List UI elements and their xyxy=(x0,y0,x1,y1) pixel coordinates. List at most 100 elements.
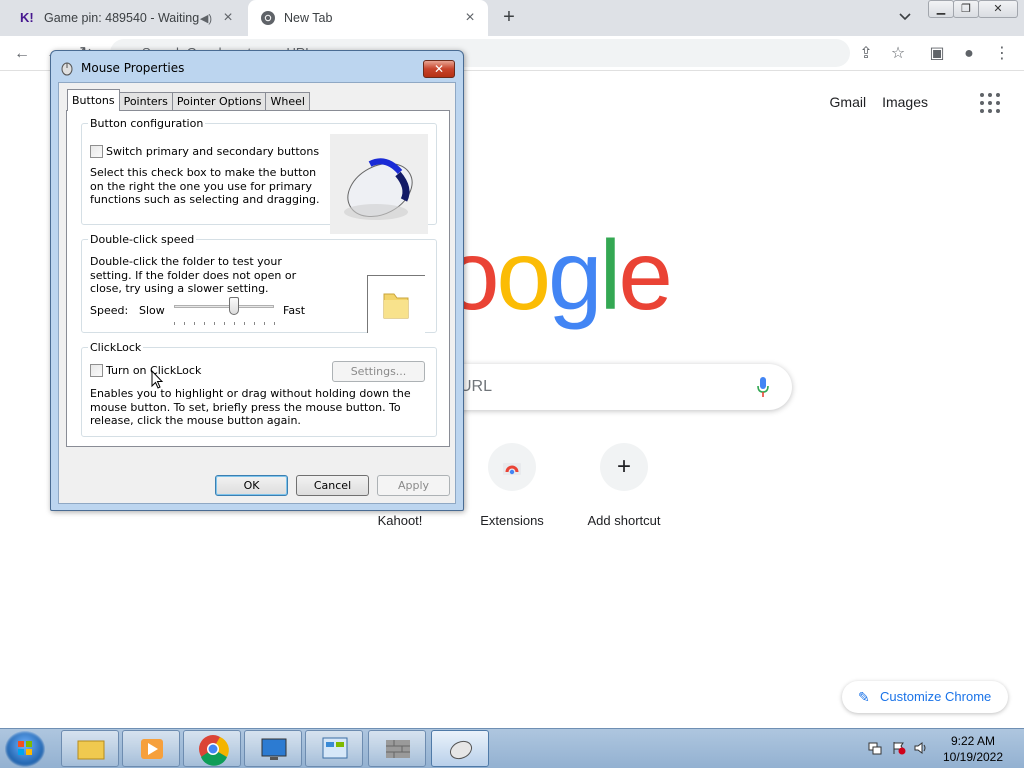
mouse-icon xyxy=(61,62,73,76)
logo-letter: e xyxy=(618,220,672,330)
tab-title: Game pin: 489540 - Waiting xyxy=(44,11,200,25)
buttons-tab-panel: Button configuration Switch primary and … xyxy=(66,110,450,447)
slider-tick xyxy=(274,322,275,325)
speaker-icon[interactable]: ◀) xyxy=(200,12,212,25)
tab-search-chevron-icon[interactable] xyxy=(896,8,914,26)
test-folder[interactable] xyxy=(367,275,425,333)
slider-tick xyxy=(174,322,175,325)
mouse-properties-dialog: Mouse Properties ✕ Buttons Pointers Poin… xyxy=(50,50,464,511)
bookmark-star-icon[interactable]: ☆ xyxy=(888,44,908,64)
speed-label: Speed: xyxy=(90,304,129,317)
minimize-button[interactable]: ▁ xyxy=(928,0,954,18)
slider-tick xyxy=(214,322,215,325)
mouse-icon xyxy=(449,740,473,760)
slider-tick xyxy=(234,322,235,325)
tab-wheel[interactable]: Wheel xyxy=(265,92,310,111)
microphone-icon[interactable] xyxy=(756,376,770,398)
monitor-icon xyxy=(261,738,287,760)
clicklock-settings-button[interactable]: Settings... xyxy=(332,361,425,382)
system-clock[interactable]: 9:22 AM 10/19/2022 xyxy=(936,733,1010,765)
shortcut-extensions[interactable]: Extensions xyxy=(456,443,568,528)
close-window-button[interactable]: ✕ xyxy=(978,0,1018,18)
taskbar-mouse-properties[interactable] xyxy=(431,730,489,767)
logo-letter: g xyxy=(548,220,602,330)
checkbox-label: Switch primary and secondary buttons xyxy=(106,145,320,158)
slider-tick xyxy=(244,322,245,325)
tab-title: New Tab xyxy=(284,11,333,25)
group-legend: Double-click speed xyxy=(90,233,195,246)
dialog-title-bar[interactable]: Mouse Properties xyxy=(59,51,457,85)
cancel-button[interactable]: Cancel xyxy=(296,475,369,496)
folder-icon xyxy=(383,293,409,319)
taskbar-explorer[interactable] xyxy=(61,730,119,767)
mouse-graphic xyxy=(344,158,413,220)
close-tab-icon[interactable]: × xyxy=(460,9,480,27)
clicklock-checkbox[interactable] xyxy=(90,364,103,377)
apply-button[interactable]: Apply xyxy=(377,475,450,496)
profile-avatar-icon[interactable]: ● xyxy=(959,44,979,64)
taskbar-network-app[interactable] xyxy=(244,730,302,767)
double-click-slider-thumb[interactable] xyxy=(229,297,239,315)
slider-tick xyxy=(224,322,225,325)
taskbar-firewall[interactable] xyxy=(368,730,426,767)
windows-taskbar: 9:22 AM 10/19/2022 xyxy=(0,728,1024,768)
chrome-icon xyxy=(199,735,229,766)
tab-pointer-options[interactable]: Pointer Options xyxy=(171,92,267,111)
shortcut-label: Kahoot! xyxy=(377,513,423,528)
tab-kahoot[interactable]: K! Game pin: 489540 - Waiting ◀) × xyxy=(8,0,246,36)
share-icon[interactable]: ⇪ xyxy=(856,44,876,64)
group-legend: Button configuration xyxy=(90,117,204,130)
gmail-link[interactable]: Gmail xyxy=(830,94,867,110)
volume-icon[interactable] xyxy=(914,741,928,755)
taskbar-control-panel[interactable] xyxy=(305,730,363,767)
images-link[interactable]: Images xyxy=(882,94,928,110)
chrome-web-store-icon xyxy=(488,443,536,491)
shortcut-add[interactable]: + Add shortcut xyxy=(568,443,680,528)
button-configuration-group: Button configuration Switch primary and … xyxy=(81,117,437,234)
customize-label: Customize Chrome xyxy=(880,689,992,704)
taskbar-media-player[interactable] xyxy=(122,730,180,767)
customize-chrome-button[interactable]: ✎ Customize Chrome xyxy=(842,681,1008,713)
double-click-slider-track[interactable] xyxy=(174,305,274,308)
button-config-description: Select this check box to make the button… xyxy=(90,166,320,206)
dialog-close-button[interactable]: ✕ xyxy=(423,60,455,78)
google-apps-icon[interactable] xyxy=(980,93,1000,113)
shortcut-label: Add shortcut xyxy=(587,513,661,528)
switch-buttons-checkbox[interactable] xyxy=(90,145,103,158)
taskbar-chrome[interactable] xyxy=(183,730,241,767)
logo-letter: o xyxy=(496,220,551,330)
clicklock-group: ClickLock Turn on ClickLock Settings... … xyxy=(81,341,437,437)
kahoot-icon: K! xyxy=(20,10,34,25)
dialog-tabs: Buttons Pointers Pointer Options Wheel xyxy=(67,89,310,111)
slow-label: Slow xyxy=(139,304,165,317)
tab-new-tab[interactable]: New Tab × xyxy=(248,0,488,36)
ok-button[interactable]: OK xyxy=(215,475,288,496)
shortcut-label: Extensions xyxy=(480,513,544,528)
tab-buttons[interactable]: Buttons xyxy=(67,89,120,111)
back-arrow-icon[interactable]: ← xyxy=(12,44,32,64)
plus-icon: + xyxy=(600,443,648,491)
ntp-top-links: Gmail Images xyxy=(830,94,928,110)
new-tab-button[interactable]: + xyxy=(497,5,521,29)
slider-tick xyxy=(184,322,185,325)
restore-button[interactable]: ❐ xyxy=(953,0,979,18)
group-legend: ClickLock xyxy=(90,341,142,354)
side-panel-icon[interactable]: ▣ xyxy=(927,44,947,64)
control-panel-icon xyxy=(322,737,348,759)
media-player-icon xyxy=(141,739,163,759)
start-button[interactable] xyxy=(5,731,45,767)
close-tab-icon[interactable]: × xyxy=(218,9,238,27)
network-icon[interactable] xyxy=(868,741,882,755)
fast-label: Fast xyxy=(283,304,306,317)
ntp-search-box[interactable]: URL xyxy=(420,364,792,410)
slider-tick xyxy=(204,322,205,325)
tab-pointers[interactable]: Pointers xyxy=(118,92,173,111)
folder-icon xyxy=(77,740,105,760)
action-center-flag-icon[interactable] xyxy=(892,741,906,755)
windows-logo-icon xyxy=(18,741,32,755)
dialog-title: Mouse Properties xyxy=(81,61,185,75)
pencil-icon: ✎ xyxy=(858,689,870,705)
logo-letter: l xyxy=(599,220,622,330)
clicklock-description: Enables you to highlight or drag without… xyxy=(90,387,411,427)
menu-kebab-icon[interactable]: ⋮ xyxy=(992,44,1012,64)
